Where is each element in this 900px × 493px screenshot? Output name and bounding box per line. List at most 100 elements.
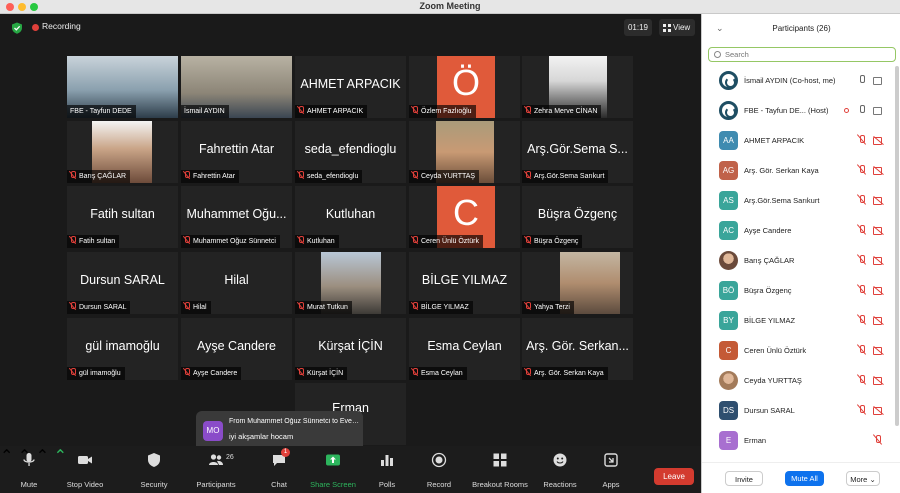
video-off-icon — [873, 345, 885, 355]
avatar: AA — [719, 131, 738, 150]
recording-indicator-icon — [844, 108, 849, 113]
video-tile[interactable]: Fahrettin Atar Fahrettin Atar — [181, 121, 292, 183]
video-tile[interactable]: Murat Tutkun — [295, 252, 406, 314]
participant-display-name: Muhammet Oğu... — [186, 207, 287, 221]
security-button[interactable]: Security — [139, 446, 169, 493]
participant-display-name: gül imamoğlu — [85, 339, 160, 353]
audio-options-chevron-icon[interactable]: ⌃ — [0, 448, 13, 465]
leave-button[interactable]: Leave — [654, 468, 694, 485]
muted-microphone-icon — [184, 171, 190, 179]
participant-row[interactable]: Ceyda YURTTAŞ — [702, 366, 894, 396]
avatar — [719, 251, 738, 270]
video-tile[interactable]: C Ceren Ünlü Öztürk — [409, 186, 520, 248]
video-tile[interactable]: Dursun SARAL Dursun SARAL — [67, 252, 178, 314]
muted-microphone-icon — [412, 368, 418, 376]
participant-row[interactable]: BÖ Büşra Özgenç — [702, 276, 894, 306]
search-input[interactable] — [725, 49, 890, 59]
smiley-icon — [553, 453, 567, 467]
participant-row[interactable]: AG Arş. Gör. Serkan Kaya — [702, 156, 894, 186]
video-tile[interactable]: Kutluhan Kutluhan — [295, 186, 406, 248]
muted-microphone-icon — [873, 434, 882, 445]
participant-name-label: Arş. Gör. Serkan Kaya — [522, 367, 608, 380]
apps-button[interactable]: Apps — [596, 446, 626, 493]
video-tile[interactable]: İsmail AYDIN — [181, 56, 292, 118]
more-chevron-icon: ⌄ — [869, 475, 876, 484]
video-tile[interactable]: Ceyda YURTTAŞ — [409, 121, 520, 183]
meeting-area: FBE - Tayfun DEDE İsmail AYDIN AHMET ARPAC… — [0, 14, 701, 493]
video-tile[interactable]: gül imamoğlu gül imamoğlu — [67, 318, 178, 380]
share-options-chevron-icon[interactable]: ⌃ — [54, 448, 67, 465]
share-screen-icon — [326, 454, 340, 466]
video-tile[interactable]: Kürşat İÇİN Kürşat İÇİN — [295, 318, 406, 380]
video-off-icon — [873, 195, 885, 205]
mute-all-button[interactable]: Mute All — [785, 471, 824, 486]
video-tile[interactable]: Zehra Merve CİNAN — [522, 56, 633, 118]
reactions-button[interactable]: Reactions — [543, 446, 577, 493]
video-tile[interactable]: Barış ÇAĞLAR — [67, 121, 178, 183]
participant-row[interactable]: İsmail AYDIN (Co-host, me) — [702, 66, 894, 96]
participant-row[interactable]: BY BİLGE YILMAZ — [702, 306, 894, 336]
apps-icon — [604, 453, 618, 467]
chat-button[interactable]: 1 Chat — [264, 446, 294, 493]
share-screen-button[interactable]: Share Screen — [310, 446, 356, 493]
participant-display-name: Hilal — [224, 273, 249, 287]
video-tile[interactable]: seda_efendioglu seda_efendioglu — [295, 121, 406, 183]
participant-display-name: Ayşe Candere — [197, 339, 276, 353]
participant-name: Dursun SARAL — [744, 406, 795, 415]
participant-name: Fatih sultan — [79, 238, 116, 245]
breakout-rooms-button[interactable]: Breakout Rooms — [472, 446, 528, 493]
zoom-app: Zoom Meeting FBE - Tayfun DEDE İsmail AYD… — [0, 0, 900, 493]
video-tile[interactable]: Arş.Gör.Sema S... Arş.Gör.Sema Sarıkurt — [522, 121, 633, 183]
participant-row[interactable]: AA AHMET ARPACIK — [702, 126, 894, 156]
participant-row[interactable]: E Erman — [702, 426, 894, 456]
stop-video-button[interactable]: Stop Video — [67, 446, 103, 493]
zoom-logo-avatar-icon — [719, 71, 738, 90]
microphone-icon — [857, 104, 866, 115]
muted-microphone-icon — [525, 302, 531, 310]
video-tile[interactable]: BİLGE YILMAZ BİLGE YILMAZ — [409, 252, 520, 314]
participants-panel: ⌄ Participants (26) İsmail AYDIN (Co-hos… — [701, 14, 900, 493]
invite-button[interactable]: Invite — [725, 471, 763, 486]
participant-row[interactable]: AC Ayşe Candere — [702, 216, 894, 246]
video-tile[interactable]: Muhammet Oğu... Muhammet Oğuz Sünnetci — [181, 186, 292, 248]
participant-row[interactable]: DS Dursun SARAL — [702, 396, 894, 426]
video-tile[interactable]: Esma Ceylan Esma Ceylan — [409, 318, 520, 380]
muted-microphone-icon — [70, 302, 76, 310]
muted-microphone-icon — [298, 171, 304, 179]
participant-display-name: AHMET ARPACIK — [300, 77, 401, 91]
participant-search[interactable] — [708, 47, 896, 62]
apps-label: Apps — [602, 480, 620, 489]
video-tile[interactable]: Büşra Özgenç Büşra Özgenç — [522, 186, 633, 248]
participant-row[interactable]: AS Arş.Gör.Sema Sarıkurt — [702, 186, 894, 216]
muted-microphone-icon — [412, 171, 418, 179]
panel-footer: Invite Mute All More ⌄ — [702, 462, 900, 493]
video-tile[interactable]: Ö Özlem Fazlıoğlu — [409, 56, 520, 118]
mute-button[interactable]: Mute — [14, 446, 44, 493]
participant-row[interactable]: C Ceren Ünlü Öztürk — [702, 336, 894, 366]
participant-display-name: seda_efendioglu — [304, 142, 397, 156]
video-camera-icon — [873, 75, 885, 85]
shield-icon[interactable] — [11, 22, 23, 34]
video-tile[interactable]: Arş. Gör. Serkan... Arş. Gör. Serkan Kaya — [522, 318, 633, 380]
participant-name-label: Büşra Özgenç — [522, 235, 583, 248]
more-button[interactable]: More ⌄ — [846, 471, 880, 486]
view-button[interactable]: View — [659, 19, 695, 36]
chat-sender: From Muhammet Oğuz Sünnetci to Everyone — [229, 418, 359, 425]
record-button[interactable]: Record — [424, 446, 454, 493]
participant-name-label: Fahrettin Atar — [181, 170, 240, 183]
participant-row[interactable]: Barış ÇAĞLAR — [702, 246, 894, 276]
video-tile[interactable]: FBE - Tayfun DEDE — [67, 56, 178, 118]
video-tile[interactable]: Hilal Hilal — [181, 252, 292, 314]
video-tile[interactable]: Ayşe Candere Ayşe Candere — [181, 318, 292, 380]
participant-name: Barış ÇAĞLAR — [744, 256, 795, 265]
participant-name: Özlem Fazlıoğlu — [421, 108, 472, 115]
video-tile[interactable]: Yahya Terzi — [522, 252, 633, 314]
participant-list-scrollbar[interactable] — [895, 66, 899, 426]
chat-unread-badge: 1 — [281, 448, 290, 457]
participant-row[interactable]: FBE - Tayfun DE... (Host) — [702, 96, 894, 126]
participant-name: Yahya Terzi — [534, 304, 570, 311]
video-tile[interactable]: Fatih sultan Fatih sultan — [67, 186, 178, 248]
video-tile[interactable]: AHMET ARPACIK AHMET ARPACIK — [295, 56, 406, 118]
polls-button[interactable]: Polls — [372, 446, 402, 493]
panel-header: ⌄ Participants (26) — [702, 14, 900, 44]
